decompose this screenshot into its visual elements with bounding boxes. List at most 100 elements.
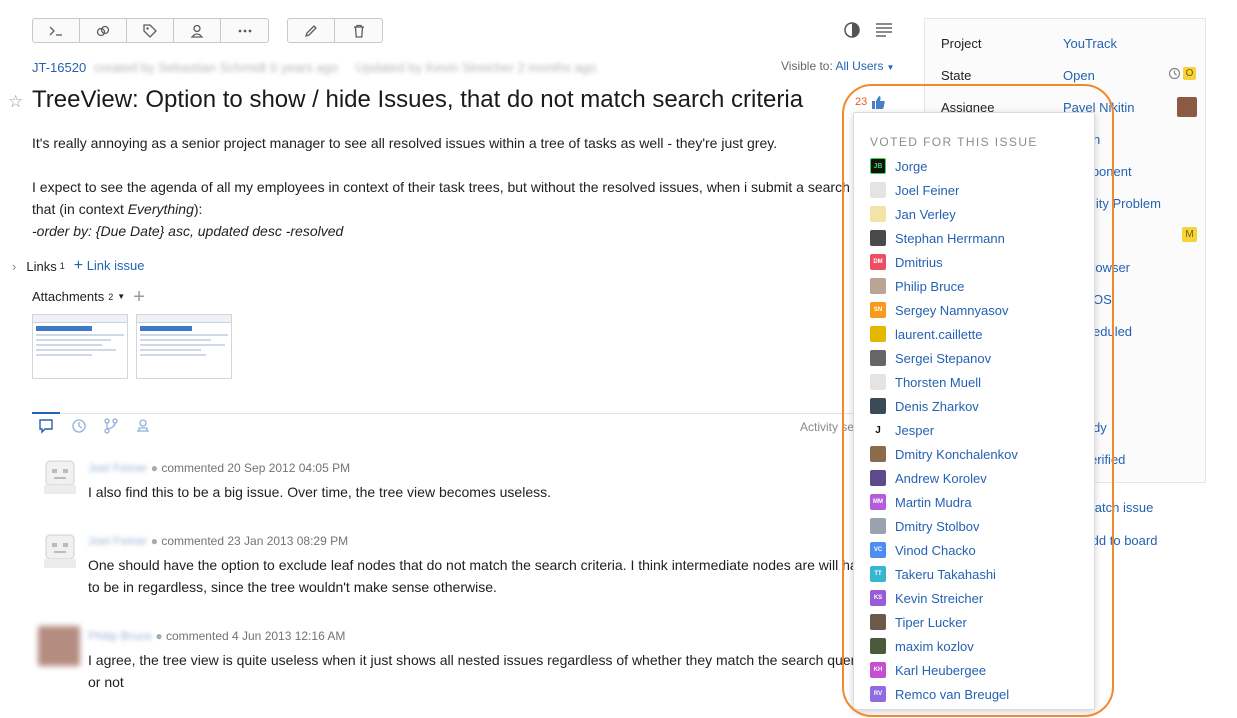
- voter-item[interactable]: Sergei Stepanov: [870, 349, 991, 367]
- tag-button[interactable]: [127, 19, 174, 42]
- voter-item[interactable]: J Jesper: [870, 421, 934, 439]
- link-issue-button[interactable]: + Link issue: [74, 257, 145, 275]
- issue-meta-line: JT-16520 created by Sebastian Schmidt 6 …: [32, 60, 596, 75]
- property-value[interactable]: eduled: [1093, 324, 1132, 339]
- voter-name: Philip Bruce: [895, 278, 965, 294]
- voter-item[interactable]: Joel Feiner: [870, 181, 959, 199]
- voter-avatar: [870, 518, 886, 534]
- property-value[interactable]: erified: [1090, 452, 1125, 467]
- voter-avatar: SN: [870, 302, 886, 318]
- attachment-thumbnail[interactable]: [32, 314, 128, 379]
- property-value[interactable]: OS: [1093, 292, 1112, 307]
- voter-item[interactable]: Philip Bruce: [870, 277, 964, 295]
- voter-item[interactable]: Tiper Lucker: [870, 613, 967, 631]
- voter-avatar: [870, 374, 886, 390]
- description-line-3: that (in context Everything):: [32, 201, 202, 217]
- command-button[interactable]: [33, 19, 80, 42]
- voter-item[interactable]: MM Martin Mudra: [870, 493, 972, 511]
- activity-divider: [32, 413, 857, 414]
- voter-item[interactable]: DM Dmitrius: [870, 253, 943, 271]
- voter-item[interactable]: Dmitry Konchalenkov: [870, 445, 1018, 463]
- voter-avatar: [870, 614, 886, 630]
- property-value[interactable]: rowser: [1091, 260, 1130, 275]
- description-text: ):: [193, 201, 203, 217]
- voter-item[interactable]: Andrew Korolev: [870, 469, 987, 487]
- edit-button[interactable]: [288, 19, 335, 42]
- voter-name: Joel Feiner: [895, 182, 960, 198]
- links-row: › Links 1 + Link issue: [12, 257, 145, 275]
- voter-item[interactable]: Dmitry Stolbov: [870, 517, 980, 535]
- tab-comments[interactable]: [32, 412, 60, 434]
- vote-count: 23: [855, 96, 868, 108]
- voter-item[interactable]: laurent.caillette: [870, 325, 982, 343]
- comment-header: Joel Feiner ● commented 23 Jan 2013 08:2…: [88, 534, 348, 548]
- edit-toolbar: [287, 18, 383, 43]
- comment-author[interactable]: Philip Bruce: [88, 629, 152, 643]
- priority-badge: M: [1182, 227, 1197, 242]
- issue-title: TreeView: Option to show / hide Issues, …: [32, 86, 804, 113]
- delete-button[interactable]: [335, 19, 382, 42]
- project-field[interactable]: YouTrack: [1063, 36, 1117, 51]
- comment-text: I agree, the tree view is quite useless …: [88, 652, 856, 668]
- comment-author[interactable]: Joel Feiner: [88, 534, 147, 548]
- voter-name: laurent.caillette: [895, 326, 983, 342]
- voter-name: Denis Zharkov: [895, 398, 979, 414]
- contrast-toggle-icon[interactable]: [843, 21, 861, 39]
- voter-item[interactable]: SN Sergey Namnyasov: [870, 301, 1008, 319]
- voter-item[interactable]: KH Karl Heubergee: [870, 661, 986, 679]
- tag-icon: [143, 23, 157, 38]
- more-button[interactable]: [221, 19, 268, 42]
- voter-item[interactable]: TT Takeru Takahashi: [870, 565, 996, 583]
- voter-item[interactable]: Jan Verley: [870, 205, 956, 223]
- voter-item[interactable]: Stephan Herrmann: [870, 229, 1005, 247]
- property-value[interactable]: dy: [1093, 420, 1107, 435]
- voter-item[interactable]: Thorsten Muell: [870, 373, 981, 391]
- assignee-avatar: [1177, 97, 1197, 117]
- issue-id-link[interactable]: JT-16520: [32, 60, 86, 75]
- property-label-project: Project: [941, 36, 982, 51]
- description-line-1: It's really annoying as a senior project…: [32, 135, 778, 151]
- link-icon: [96, 25, 110, 36]
- comment-date: commented 4 Jun 2013 12:16 AM: [165, 629, 346, 643]
- links-label: Links: [26, 258, 57, 274]
- voter-item[interactable]: KS Kevin Streicher: [870, 589, 983, 607]
- voter-name: Jan Verley: [895, 206, 956, 222]
- vote-control[interactable]: 23: [855, 94, 886, 110]
- chevron-down-icon[interactable]: ▼: [117, 292, 125, 301]
- voter-name: Jesper: [895, 422, 935, 438]
- voter-avatar: [870, 206, 886, 222]
- copy-link-button[interactable]: [80, 19, 127, 42]
- attachment-thumbnail[interactable]: [136, 314, 232, 379]
- history-icon[interactable]: [71, 418, 87, 434]
- vcs-branch-icon[interactable]: [103, 418, 119, 434]
- voter-avatar: RV: [870, 686, 886, 702]
- voter-item[interactable]: JB Jorge: [870, 157, 928, 175]
- comment-icon: [39, 419, 53, 434]
- activity-settings-label[interactable]: Activity se: [800, 420, 854, 434]
- ellipsis-icon: [238, 29, 251, 32]
- chevron-right-icon[interactable]: ›: [12, 259, 16, 274]
- voter-item[interactable]: RV Remco van Breugel: [870, 685, 1009, 703]
- voter-name: Sergey Namnyasov: [895, 302, 1009, 318]
- text-layout-icon[interactable]: [875, 22, 893, 38]
- status-dot: ●: [150, 534, 158, 548]
- property-value[interactable]: lity Problem: [1093, 196, 1161, 211]
- user-icon: [190, 24, 204, 38]
- voter-item[interactable]: Denis Zharkov: [870, 397, 979, 415]
- visibility-dropdown[interactable]: All Users: [835, 59, 883, 73]
- description-text: that (in context: [32, 201, 128, 217]
- add-attachment-icon[interactable]: +: [133, 287, 145, 307]
- star-icon[interactable]: ☆: [8, 92, 23, 112]
- created-by-text: created by Sebastian Schmidt 6 years ago: [93, 60, 339, 75]
- work-items-icon[interactable]: [135, 418, 151, 434]
- state-field[interactable]: Open: [1063, 68, 1095, 83]
- assign-button[interactable]: [174, 19, 221, 42]
- voter-avatar: [870, 182, 886, 198]
- comment-text: One should have the option to exclude le…: [88, 557, 858, 573]
- comment-author[interactable]: Joel Feiner: [88, 461, 147, 475]
- voter-item[interactable]: VC Vinod Chacko: [870, 541, 976, 559]
- voter-avatar: [870, 326, 886, 342]
- voter-avatar: TT: [870, 566, 886, 582]
- voter-item[interactable]: maxim kozlov: [870, 637, 974, 655]
- comment-text: to be in regardless, since the tree woul…: [88, 579, 497, 595]
